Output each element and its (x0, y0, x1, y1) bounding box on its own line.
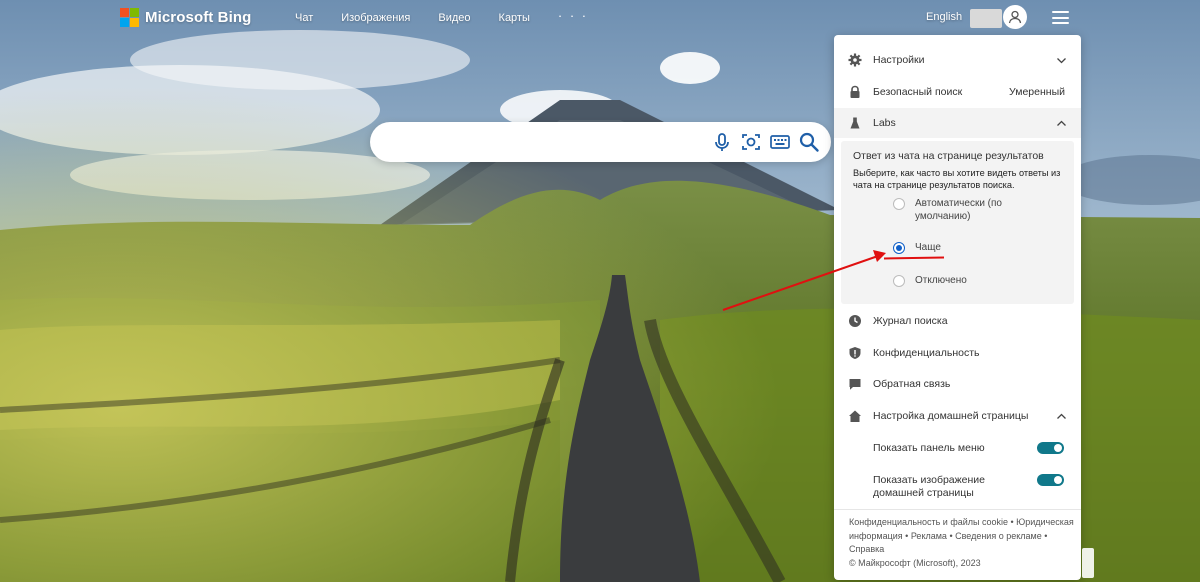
toggle-label: Показать изображение домашней страницы (873, 474, 986, 499)
keyboard-icon[interactable] (769, 131, 791, 153)
radio-label: Автоматически (по умолчанию) (915, 198, 1002, 222)
homepage-settings-row[interactable]: Настройка домашней страницы (834, 401, 1081, 431)
top-nav: Чат Изображения Видео Карты · · · (295, 8, 588, 24)
footer-link-about-ads[interactable]: Сведения о рекламе (955, 531, 1042, 541)
clock-icon (849, 315, 861, 327)
radio-option-more-often[interactable]: Чаще (893, 241, 1025, 254)
radio-label: Отключено (915, 275, 967, 286)
nav-item-video[interactable]: Видео (438, 12, 470, 24)
shield-icon (849, 347, 861, 359)
nav-item-chat[interactable]: Чат (295, 12, 313, 24)
radio-label: Чаще (915, 242, 941, 253)
flask-icon (850, 117, 860, 129)
microsoft-logo-icon (120, 8, 139, 27)
settings-panel: Настройки Безопасный поиск Умеренный Lab… (834, 35, 1081, 580)
divider (834, 509, 1081, 510)
labs-row[interactable]: Labs (834, 108, 1081, 138)
toggle-switch-homepage-image[interactable] (1037, 474, 1064, 486)
language-switch-link[interactable]: English (926, 11, 962, 23)
sign-in-button[interactable] (970, 9, 1002, 28)
feedback-row[interactable]: Обратная связь (834, 369, 1081, 399)
menu-hamburger-icon[interactable] (1052, 11, 1069, 24)
search-box (370, 122, 831, 162)
brand-name: Microsoft Bing (145, 9, 252, 26)
safesearch-value: Умеренный (1009, 86, 1065, 98)
labs-section: Ответ из чата на странице результатов Вы… (841, 141, 1074, 304)
toggle-label: Показать панель меню (873, 442, 985, 454)
safesearch-label: Безопасный поиск (873, 86, 963, 98)
radio-button[interactable] (893, 275, 905, 287)
chevron-up-icon (1057, 413, 1066, 419)
privacy-label: Конфиденциальность (873, 347, 980, 359)
settings-row[interactable]: Настройки (834, 45, 1081, 75)
toggle-switch-menu-bar[interactable] (1037, 442, 1064, 454)
visual-search-icon[interactable] (740, 131, 762, 153)
panel-footer: Конфиденциальность и файлы cookie • Юрид… (849, 517, 1074, 568)
home-icon (849, 410, 861, 422)
radio-button-selected[interactable] (893, 242, 905, 254)
chevron-up-icon (1057, 120, 1066, 126)
footer-link-help[interactable]: Справка (849, 544, 884, 554)
radio-option-off[interactable]: Отключено (893, 274, 1025, 287)
homepage-settings-label: Настройка домашней страницы (873, 410, 1029, 422)
top-header: Microsoft Bing Чат Изображения Видео Кар… (0, 0, 1200, 36)
safesearch-row[interactable]: Безопасный поиск Умеренный (834, 77, 1081, 107)
privacy-row[interactable]: Конфиденциальность (834, 338, 1081, 368)
nav-item-maps[interactable]: Карты (499, 12, 530, 24)
microphone-icon[interactable] (711, 131, 733, 153)
gear-icon (848, 53, 862, 67)
bing-logo[interactable]: Microsoft Bing (120, 8, 251, 27)
copyright-text: © Майкрософт (Microsoft), 2023 (849, 557, 981, 568)
labs-section-title: Ответ из чата на странице результатов (853, 150, 1044, 162)
scrollbar[interactable] (1082, 548, 1094, 578)
settings-label: Настройки (873, 54, 925, 66)
search-input[interactable] (388, 132, 698, 152)
search-icon[interactable] (798, 131, 820, 153)
labs-label: Labs (873, 117, 896, 129)
labs-section-description: Выберите, как часто вы хотите видеть отв… (853, 168, 1061, 190)
chevron-down-icon (1057, 58, 1066, 64)
radio-button[interactable] (893, 198, 905, 210)
search-history-row[interactable]: Журнал поиска (834, 306, 1081, 336)
lock-icon (850, 85, 860, 98)
footer-link-advertising[interactable]: Реклама (911, 531, 947, 541)
avatar-icon[interactable] (1003, 5, 1027, 29)
radio-option-auto[interactable]: Автоматически (по умолчанию) (893, 197, 1025, 223)
search-history-label: Журнал поиска (873, 315, 948, 327)
feedback-label: Обратная связь (873, 378, 951, 390)
footer-link-privacy-cookies[interactable]: Конфиденциальность и файлы cookie (849, 517, 1008, 527)
chat-bubble-icon (849, 379, 861, 390)
nav-item-images[interactable]: Изображения (341, 12, 410, 24)
nav-more-button[interactable]: · · · (558, 8, 588, 24)
